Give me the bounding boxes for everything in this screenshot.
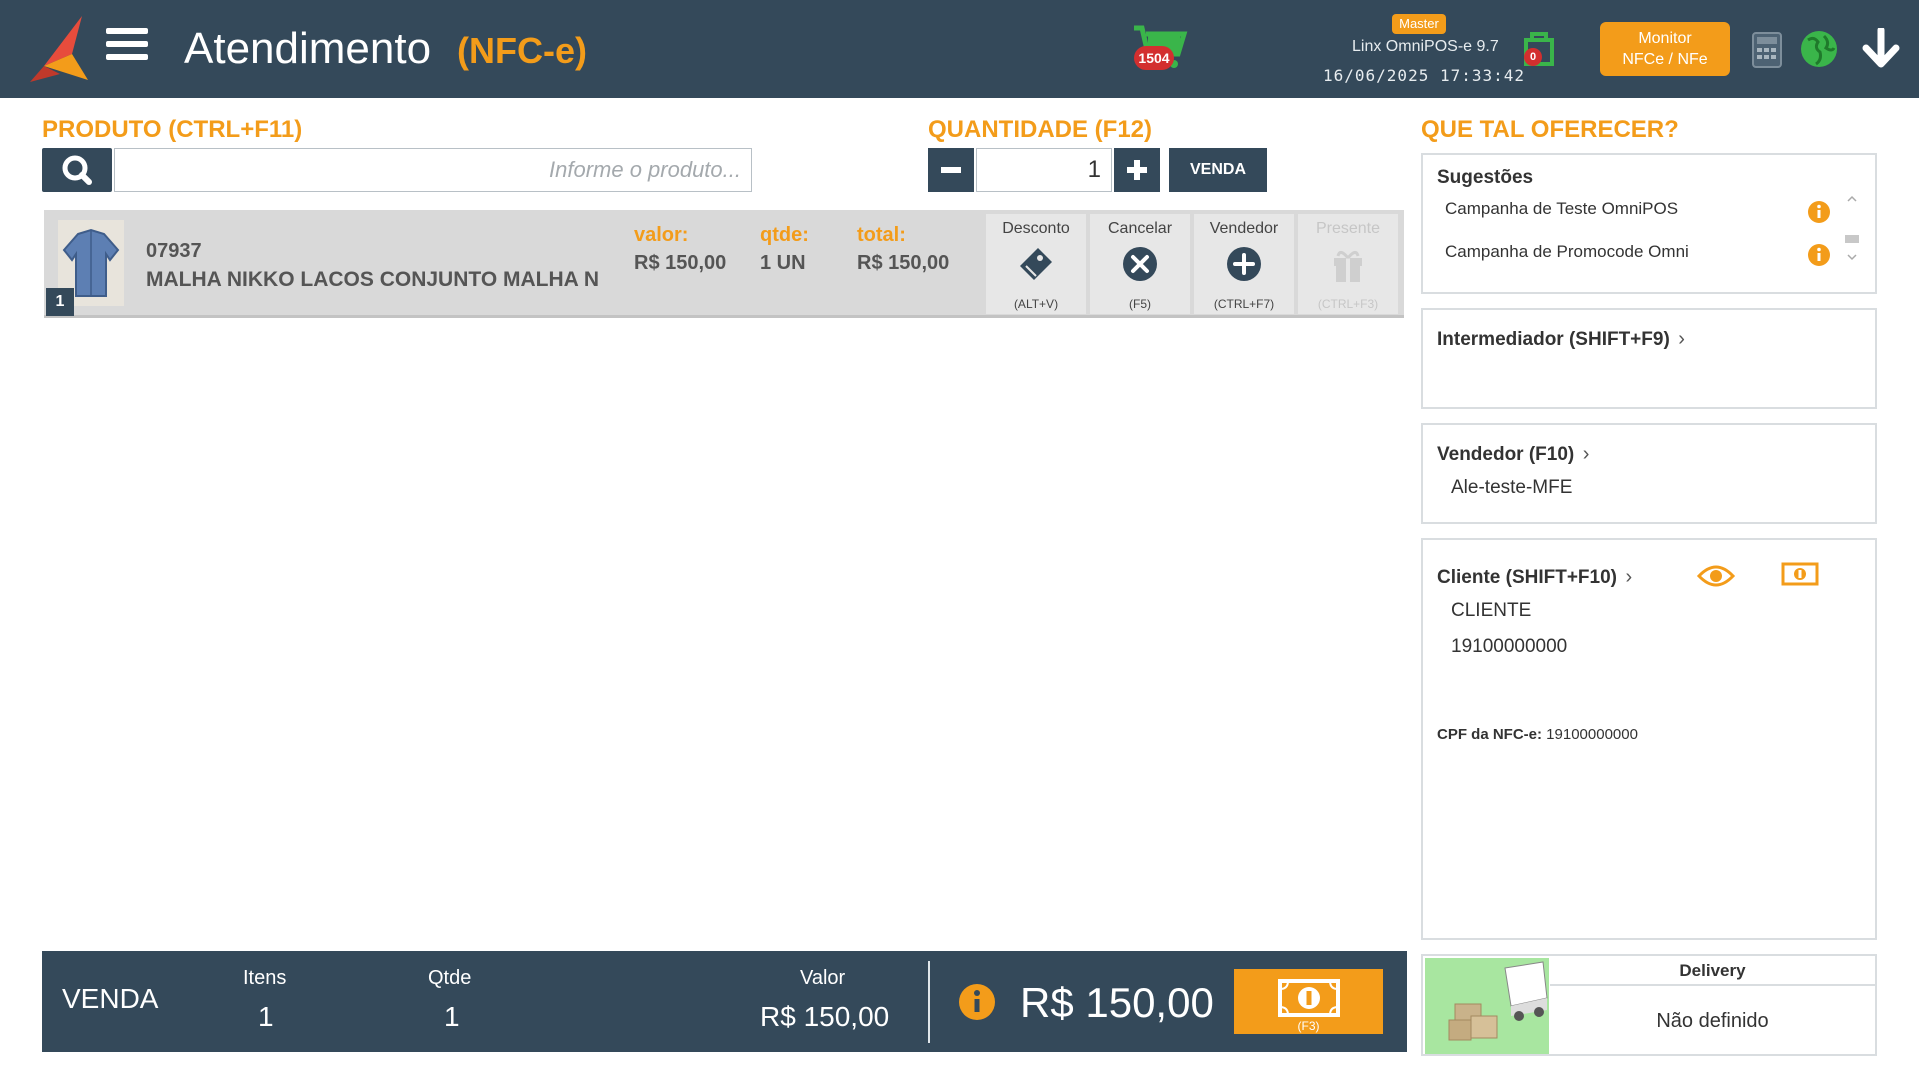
seller-panel[interactable]: Vendedor (F10) › Ale-teste-MFE: [1421, 423, 1877, 524]
info-icon[interactable]: [958, 983, 996, 1021]
items-count: 1: [258, 1001, 274, 1032]
delivery-status: Não definido: [1656, 1010, 1769, 1032]
quantity-increment-button[interactable]: [1114, 148, 1160, 192]
top-bar: Atendimento (NFC-e) 1504 Master Linx Omn…: [0, 0, 1919, 98]
client-title: Cliente (SHIFT+F10): [1437, 567, 1617, 588]
cancel-label: Cancelar: [1107, 220, 1173, 237]
qty-label: Qtde: [428, 967, 472, 989]
plus-circle-icon: [1227, 247, 1261, 281]
table-row[interactable]: 1 07937 MALHA NIKKO LACOS CONJUNTO MALHA…: [44, 210, 1404, 318]
globe-icon[interactable]: [1800, 30, 1838, 68]
suggestions-heading: QUE TAL OFERECER?: [1421, 116, 1679, 143]
item-qtde: 1 UN: [760, 252, 806, 274]
value-total: R$ 150,00: [760, 1001, 890, 1032]
linx-logo-icon: [30, 16, 88, 82]
menu-icon[interactable]: [106, 28, 148, 68]
intermediary-title: Intermediador (SHIFT+F9): [1437, 329, 1670, 350]
client-name: CLIENTE: [1451, 600, 1532, 621]
item-total: R$ 150,00: [857, 252, 950, 274]
tag-icon: [1020, 248, 1052, 280]
info-icon[interactable]: [1807, 200, 1831, 224]
monitor-label-1: Monitor: [1638, 30, 1692, 47]
discount-shortcut: (ALT+V): [1013, 297, 1059, 311]
suggestions-panel: Sugestões Campanha de Teste OmniPOS Camp…: [1421, 153, 1877, 294]
item-total-label: total:: [857, 224, 906, 246]
app-version: Linx OmniPOS-e 9.7: [1352, 38, 1499, 55]
minus-icon: [941, 167, 961, 173]
delivery-panel[interactable]: Delivery Não definido: [1421, 954, 1877, 1056]
chevron-right-icon: ›: [1678, 328, 1685, 350]
quantity-label: QUANTIDADE (F12): [928, 116, 1153, 143]
eye-icon[interactable]: [1697, 564, 1735, 588]
delivery-title: Delivery: [1550, 956, 1875, 986]
cpf-label: CPF da NFC-e:: [1437, 726, 1542, 743]
info-icon[interactable]: [1807, 243, 1831, 267]
chevron-right-icon: ›: [1625, 566, 1633, 588]
role-badge: Master: [1392, 14, 1446, 34]
value-label: Valor: [800, 967, 846, 989]
product-label: PRODUTO (CTRL+F11): [42, 116, 303, 143]
grand-total: R$ 150,00: [1020, 979, 1214, 1026]
qty-total: 1: [444, 1001, 460, 1032]
seller-title: Vendedor (F10): [1437, 444, 1575, 465]
list-item[interactable]: Campanha de Teste OmniPOS: [1445, 199, 1678, 219]
money-icon[interactable]: [1781, 562, 1819, 586]
arrow-down-icon[interactable]: [1862, 28, 1900, 68]
page-title: Atendimento: [184, 24, 432, 73]
item-index: 1: [46, 288, 74, 316]
item-code: 07937: [146, 240, 202, 262]
pay-shortcut: (F3): [1297, 1019, 1320, 1033]
seller-label: Vendedor: [1209, 220, 1279, 237]
list-item[interactable]: Campanha de Promocode Omni: [1445, 242, 1689, 262]
scrollbar[interactable]: [1841, 195, 1863, 261]
sale-summary-bar: VENDA Itens 1 Qtde 1 Valor R$ 150,00 R$ …: [42, 951, 1407, 1052]
cancel-shortcut: (F5): [1129, 297, 1151, 311]
plus-icon: [1127, 160, 1147, 180]
money-icon: [1278, 979, 1340, 1017]
monitor-label-2: NFCe / NFe: [1622, 51, 1708, 68]
quantity-input[interactable]: [976, 148, 1112, 192]
close-circle-icon: [1123, 247, 1157, 281]
item-qtde-label: qtde:: [760, 224, 809, 246]
chevron-right-icon: ›: [1582, 443, 1590, 465]
page-subtitle: (NFC-e): [457, 30, 587, 71]
discount-label: Desconto: [1002, 220, 1070, 237]
sell-button[interactable]: VENDA: [1169, 148, 1267, 192]
pay-button[interactable]: (F3): [1234, 969, 1383, 1034]
delivery-truck-icon: [1425, 958, 1549, 1054]
seller-button[interactable]: Vendedor (CTRL+F7): [1194, 214, 1294, 314]
cancel-item-button[interactable]: Cancelar (F5): [1090, 214, 1190, 314]
seller-name: Ale-teste-MFE: [1451, 477, 1573, 498]
cart-count-badge: 1504: [1134, 46, 1174, 70]
client-document: 19100000000: [1451, 636, 1568, 657]
package-count-badge: 0: [1524, 48, 1542, 66]
cpf-value: 19100000000: [1546, 726, 1638, 743]
items-label: Itens: [243, 967, 287, 989]
client-panel[interactable]: Cliente (SHIFT+F10) › CLIENTE 1910000000…: [1421, 538, 1877, 940]
datetime: 16/06/2025 17:33:42: [1323, 66, 1526, 85]
intermediary-panel[interactable]: Intermediador (SHIFT+F9) ›: [1421, 308, 1877, 409]
search-button[interactable]: [42, 148, 112, 192]
quantity-decrement-button[interactable]: [928, 148, 974, 192]
item-description: MALHA NIKKO LACOS CONJUNTO MALHA N: [146, 268, 600, 291]
gift-label: Presente: [1315, 220, 1381, 237]
monitor-nfce-button[interactable]: Monitor NFCe / NFe: [1600, 22, 1730, 76]
calculator-icon[interactable]: [1752, 32, 1782, 68]
summary-title: VENDA: [62, 983, 159, 1014]
product-search-input[interactable]: [114, 148, 752, 192]
item-valor: R$ 150,00: [634, 252, 727, 274]
seller-shortcut: (CTRL+F7): [1213, 297, 1275, 311]
search-icon: [62, 155, 92, 185]
discount-button[interactable]: Desconto (ALT+V): [986, 214, 1086, 314]
suggestions-title: Sugestões: [1437, 167, 1534, 188]
gift-shortcut: (CTRL+F3): [1317, 297, 1379, 311]
item-valor-label: valor:: [634, 224, 689, 246]
divider: [928, 961, 930, 1043]
gift-button: Presente (CTRL+F3): [1298, 214, 1398, 314]
gift-icon: [1334, 251, 1362, 282]
